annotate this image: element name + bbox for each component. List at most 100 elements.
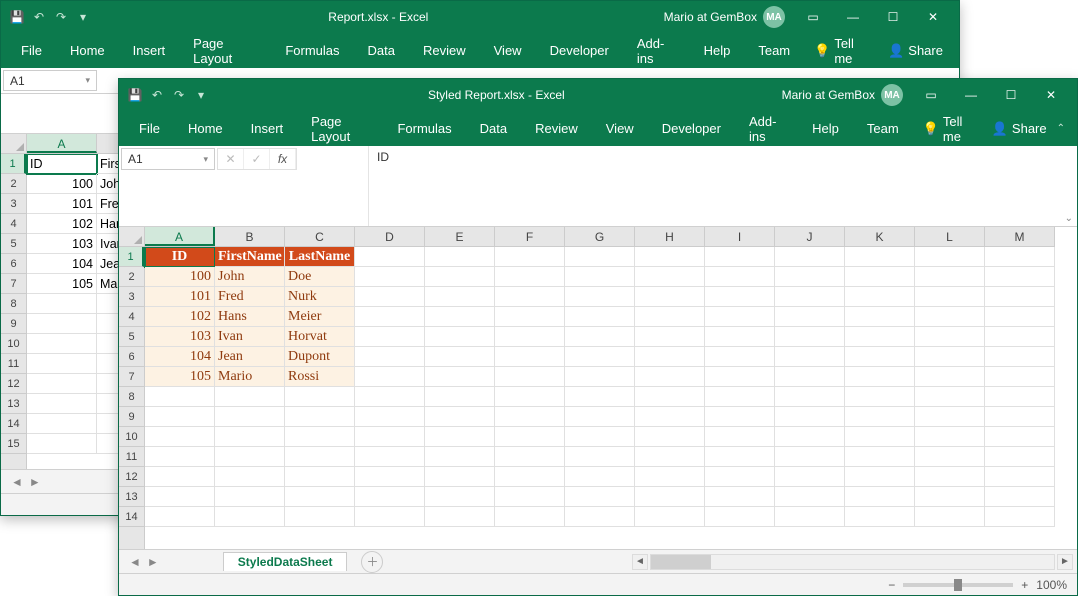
ribbon-display-icon[interactable]: ▭ (793, 3, 833, 31)
cell[interactable] (27, 434, 97, 454)
cell[interactable] (565, 287, 635, 307)
cell[interactable] (27, 354, 97, 374)
column-header[interactable]: M (985, 227, 1055, 246)
cell[interactable] (635, 427, 705, 447)
cell[interactable] (845, 347, 915, 367)
cell[interactable] (565, 407, 635, 427)
horizontal-scrollbar[interactable] (650, 554, 1055, 570)
cell[interactable] (495, 347, 565, 367)
cell[interactable] (635, 367, 705, 387)
cell[interactable] (565, 327, 635, 347)
cell[interactable]: 102 (145, 307, 215, 327)
tab-addins[interactable]: Add-ins (623, 33, 690, 68)
cell[interactable] (355, 487, 425, 507)
tab-help[interactable]: Help (798, 111, 853, 146)
sheet-nav-next-icon[interactable]: ► (147, 555, 159, 569)
row-header[interactable]: 9 (119, 407, 144, 427)
cell[interactable] (495, 447, 565, 467)
column-header[interactable]: K (845, 227, 915, 246)
cell[interactable] (215, 387, 285, 407)
cell[interactable] (775, 487, 845, 507)
sheet-nav-prev-icon[interactable]: ◄ (129, 555, 141, 569)
cell[interactable] (145, 447, 215, 467)
save-icon[interactable]: 💾 (125, 85, 145, 105)
row-header[interactable]: 8 (1, 294, 26, 314)
cell[interactable] (215, 487, 285, 507)
cell[interactable] (565, 447, 635, 467)
expand-formula-icon[interactable]: ⌄ (1065, 213, 1073, 224)
row-header[interactable]: 1 (119, 247, 144, 267)
cell[interactable] (985, 287, 1055, 307)
cell[interactable]: 103 (145, 327, 215, 347)
cell[interactable] (845, 487, 915, 507)
cell[interactable] (635, 347, 705, 367)
cell[interactable] (285, 447, 355, 467)
cell[interactable] (985, 267, 1055, 287)
cell[interactable] (495, 407, 565, 427)
cell[interactable] (355, 387, 425, 407)
cell[interactable] (705, 407, 775, 427)
tab-developer[interactable]: Developer (536, 33, 623, 68)
cell[interactable] (775, 347, 845, 367)
cancel-formula-icon[interactable]: ✕ (218, 149, 244, 169)
qat-dropdown-icon[interactable]: ▾ (191, 85, 211, 105)
cell[interactable]: John (215, 267, 285, 287)
tab-data[interactable]: Data (466, 111, 521, 146)
row-header[interactable]: 3 (1, 194, 26, 214)
tab-formulas[interactable]: Formulas (271, 33, 353, 68)
row-header[interactable]: 14 (1, 414, 26, 434)
cell[interactable] (565, 427, 635, 447)
minimize-button[interactable]: ― (833, 3, 873, 31)
cell[interactable] (775, 507, 845, 527)
cell[interactable] (215, 467, 285, 487)
row-header[interactable]: 1 (1, 154, 26, 174)
cell[interactable] (565, 267, 635, 287)
row-header[interactable]: 6 (119, 347, 144, 367)
cell[interactable] (635, 487, 705, 507)
cell[interactable] (845, 407, 915, 427)
maximize-button[interactable]: ☐ (873, 3, 913, 31)
cell[interactable] (705, 347, 775, 367)
row-header[interactable]: 5 (119, 327, 144, 347)
cell[interactable] (495, 387, 565, 407)
cell[interactable] (705, 507, 775, 527)
cell[interactable] (775, 407, 845, 427)
share-button[interactable]: 👤Share (982, 121, 1057, 137)
column-header[interactable]: H (635, 227, 705, 246)
cell[interactable] (565, 507, 635, 527)
tab-view[interactable]: View (592, 111, 648, 146)
zoom-in-button[interactable]: + (1021, 578, 1028, 592)
sheet-nav-prev-icon[interactable]: ◄ (11, 475, 23, 489)
select-all-corner[interactable] (119, 227, 145, 247)
cell[interactable] (635, 507, 705, 527)
cell[interactable] (285, 507, 355, 527)
zoom-out-button[interactable]: − (888, 578, 895, 592)
cell[interactable] (775, 327, 845, 347)
tell-me-button[interactable]: 💡Tell me (913, 114, 982, 144)
row-header[interactable]: 15 (1, 434, 26, 454)
ribbon-display-icon[interactable]: ▭ (911, 81, 951, 109)
minimize-button[interactable]: ― (951, 81, 991, 109)
tab-pagelayout[interactable]: Page Layout (297, 111, 383, 146)
cell[interactable] (355, 247, 425, 267)
cell[interactable] (425, 327, 495, 347)
cell[interactable] (775, 467, 845, 487)
cell[interactable] (635, 307, 705, 327)
cell[interactable] (495, 507, 565, 527)
cell[interactable] (985, 507, 1055, 527)
row-header[interactable]: 6 (1, 254, 26, 274)
cell[interactable] (215, 407, 285, 427)
tab-file[interactable]: File (7, 33, 56, 68)
cell[interactable]: 104 (145, 347, 215, 367)
cell[interactable]: 100 (145, 267, 215, 287)
cell[interactable] (845, 467, 915, 487)
tab-developer[interactable]: Developer (648, 111, 735, 146)
name-box[interactable]: A1▾ (121, 148, 215, 170)
cell[interactable] (985, 427, 1055, 447)
tab-formulas[interactable]: Formulas (383, 111, 465, 146)
cell[interactable] (845, 287, 915, 307)
cell[interactable] (355, 407, 425, 427)
cell[interactable] (425, 247, 495, 267)
cell[interactable] (775, 387, 845, 407)
cell[interactable] (145, 507, 215, 527)
